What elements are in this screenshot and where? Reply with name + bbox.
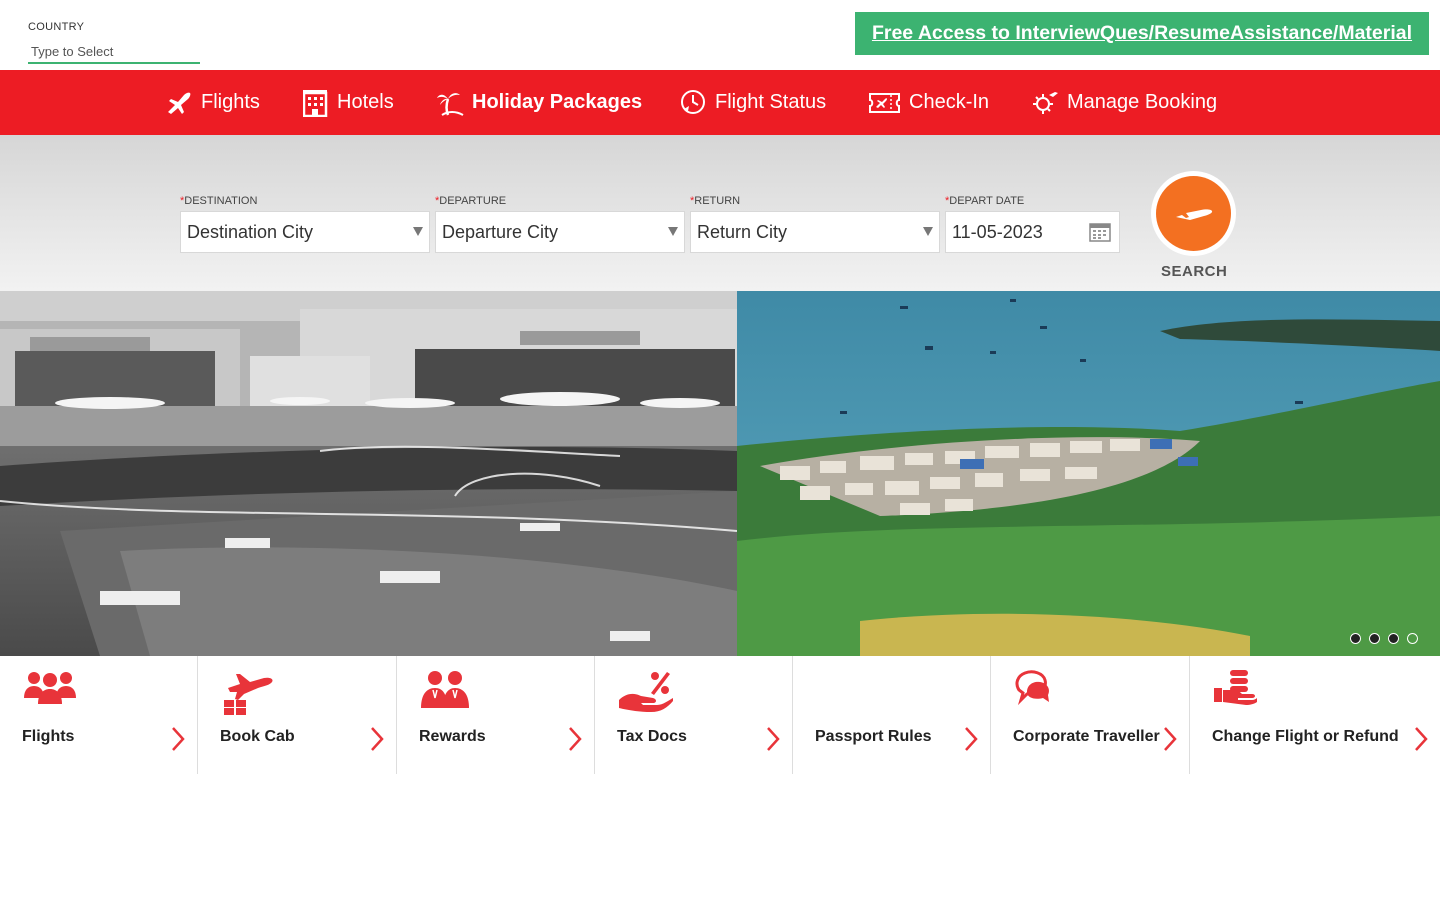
hand-coins-icon: [1214, 670, 1257, 705]
dropdown-arrow-icon: [413, 227, 423, 236]
carousel-dot-2[interactable]: [1369, 633, 1380, 644]
nav-hotels[interactable]: Hotels: [303, 70, 394, 135]
clock-plane-icon: [681, 90, 705, 114]
quick-link-change-flight-or-refund-label: Change Flight or Refund: [1212, 728, 1399, 745]
nav-manage-booking-label: Manage Booking: [1067, 91, 1218, 113]
hotel-building-icon: [303, 89, 328, 117]
chevron-right-icon: [767, 727, 780, 751]
nav-flights-label: Flights: [201, 91, 260, 113]
top-bar: COUNTRY Free Access to InterviewQues/Res…: [0, 0, 1440, 70]
nav-holiday-packages[interactable]: Holiday Packages: [436, 70, 642, 135]
return-label: RETURN: [694, 195, 741, 207]
nav-check-in[interactable]: Check-In: [868, 70, 989, 135]
depart-date-input[interactable]: 11-05-2023: [945, 211, 1120, 253]
quick-link-change-flight-or-refund[interactable]: Change Flight or Refund: [1190, 656, 1440, 774]
depart-date-field: *DEPART DATE 11-05-2023: [945, 195, 1120, 253]
nav-check-in-label: Check-In: [909, 91, 990, 113]
chat-bubbles-icon: [1015, 670, 1050, 706]
return-field: *RETURN Return City: [690, 195, 940, 253]
quick-link-flights-label: Flights: [22, 728, 75, 745]
search-button[interactable]: [1151, 171, 1236, 256]
carousel-dot-1[interactable]: [1350, 633, 1361, 644]
quick-link-passport-rules[interactable]: Passport Rules: [793, 656, 991, 774]
plane-icon: [168, 92, 191, 114]
calendar-icon[interactable]: [1089, 222, 1111, 242]
carousel-dot-3[interactable]: [1388, 633, 1399, 644]
promo-link[interactable]: Free Access to InterviewQues/ResumeAssis…: [872, 22, 1412, 45]
dropdown-arrow-icon: [668, 227, 678, 236]
nav-holiday-packages-label: Holiday Packages: [472, 91, 643, 113]
quick-link-rewards-label: Rewards: [419, 728, 486, 745]
chevron-right-icon: [172, 727, 185, 751]
chevron-right-icon: [371, 727, 384, 751]
depart-date-label: DEPART DATE: [949, 195, 1025, 207]
quick-link-tax-docs-label: Tax Docs: [617, 728, 687, 745]
quick-link-tax-docs[interactable]: Tax Docs: [595, 656, 793, 774]
ticket-icon: [869, 92, 900, 113]
hero-banner: [0, 291, 1440, 656]
gear-plane-icon: [1033, 91, 1058, 114]
country-input[interactable]: [28, 41, 200, 64]
quick-link-passport-rules-label: Passport Rules: [815, 728, 932, 745]
departure-label: DEPARTURE: [439, 195, 507, 207]
nav-flight-status-label: Flight Status: [715, 91, 827, 113]
nav-hotels-label: Hotels: [337, 91, 394, 113]
nav-manage-booking[interactable]: Manage Booking: [1031, 70, 1217, 135]
departure-select[interactable]: Departure City: [435, 211, 685, 253]
hero-image: [0, 291, 1440, 656]
quick-link-book-cab[interactable]: Book Cab: [198, 656, 397, 774]
nav-flights[interactable]: Flights: [165, 70, 260, 135]
quick-link-rewards[interactable]: Rewards: [397, 656, 595, 774]
country-label: COUNTRY: [28, 21, 85, 33]
return-select[interactable]: Return City: [690, 211, 940, 253]
search-panel: *DESTINATION Destination City *DEPARTURE…: [0, 135, 1440, 291]
destination-label: DESTINATION: [184, 195, 258, 207]
chevron-right-icon: [1415, 727, 1428, 751]
search-label: SEARCH: [1161, 263, 1228, 280]
two-people-icon: [421, 671, 469, 708]
quick-links: Flights Book Cab Rewards Tax Docs Passpo…: [0, 656, 1440, 774]
chevron-right-icon: [569, 727, 582, 751]
palm-tree-icon: [437, 92, 464, 116]
percent-hand-icon: [619, 672, 673, 712]
destination-select[interactable]: Destination City: [180, 211, 430, 253]
promo-banner: Free Access to InterviewQues/ResumeAssis…: [855, 12, 1429, 55]
chevron-right-icon: [1164, 727, 1177, 751]
plane-icon: [1175, 208, 1212, 220]
chevron-right-icon: [965, 727, 978, 751]
quick-link-flights[interactable]: Flights: [0, 656, 198, 774]
departure-field: *DEPARTURE Departure City: [435, 195, 685, 253]
dropdown-arrow-icon: [923, 227, 933, 236]
quick-link-corporate-traveller[interactable]: Corporate Traveller: [991, 656, 1190, 774]
carousel-dot-4[interactable]: [1407, 633, 1418, 644]
carousel-dots: [1350, 633, 1418, 644]
plane-luggage-icon: [224, 674, 273, 715]
quick-link-book-cab-label: Book Cab: [220, 728, 295, 745]
quick-link-corporate-traveller-label: Corporate Traveller: [1013, 728, 1160, 745]
group-users-icon: [24, 672, 76, 704]
main-nav: Flights Hotels Holiday Packages Flight S…: [0, 70, 1440, 135]
destination-field: *DESTINATION Destination City: [180, 195, 430, 253]
nav-flight-status[interactable]: Flight Status: [680, 70, 826, 135]
